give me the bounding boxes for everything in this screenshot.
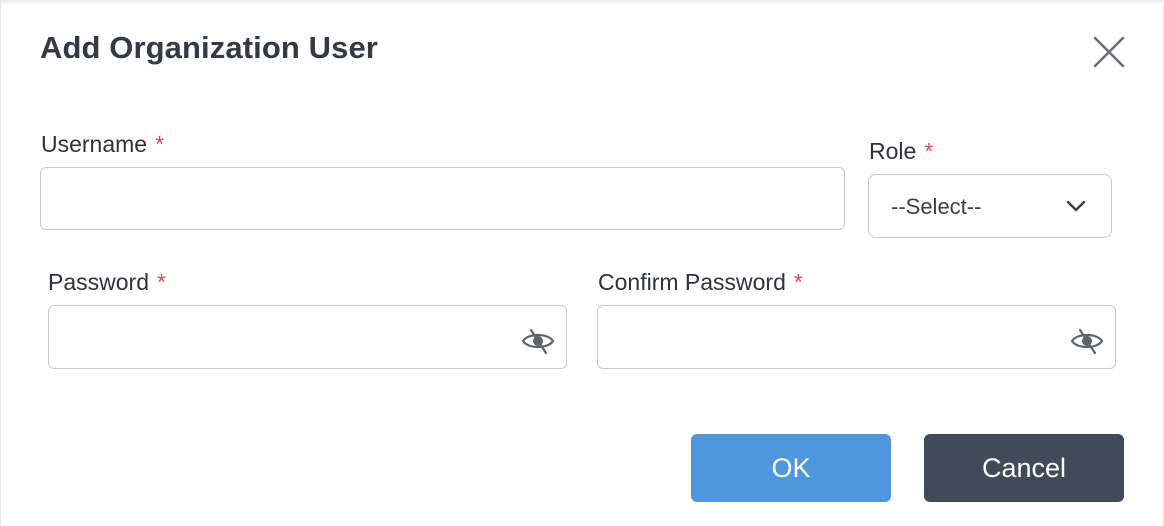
password-input[interactable] <box>48 305 567 369</box>
eye-slash-icon <box>1070 328 1104 355</box>
chevron-down-icon <box>1066 200 1086 212</box>
role-required-marker: * <box>924 138 934 164</box>
eye-slash-icon <box>521 328 555 355</box>
role-select-value: --Select-- <box>891 194 982 219</box>
confirm-password-visibility-toggle[interactable] <box>1069 325 1105 357</box>
username-label: Username * <box>41 131 164 158</box>
confirm-password-required-marker: * <box>793 269 803 295</box>
username-input[interactable] <box>40 167 845 230</box>
dialog-top-edge <box>1 0 1164 6</box>
password-label-text: Password <box>48 269 149 295</box>
add-user-dialog: Add Organization User Username * Role * --… <box>0 0 1164 526</box>
password-label: Password * <box>48 269 166 296</box>
password-visibility-toggle[interactable] <box>520 325 556 357</box>
username-label-text: Username <box>41 131 148 157</box>
ok-button[interactable]: OK <box>691 434 891 502</box>
close-icon <box>1093 36 1125 68</box>
password-required-marker: * <box>156 269 166 295</box>
confirm-password-input[interactable] <box>597 305 1116 369</box>
dialog-title: Add Organization User <box>40 30 378 65</box>
confirm-password-label-text: Confirm Password <box>598 269 786 295</box>
confirm-password-label: Confirm Password * <box>598 269 803 296</box>
role-select[interactable]: --Select-- <box>868 174 1112 238</box>
username-required-marker: * <box>155 131 165 157</box>
role-label: Role * <box>869 138 933 165</box>
close-button[interactable] <box>1089 32 1129 72</box>
role-label-text: Role <box>869 138 917 164</box>
cancel-button[interactable]: Cancel <box>924 434 1124 502</box>
